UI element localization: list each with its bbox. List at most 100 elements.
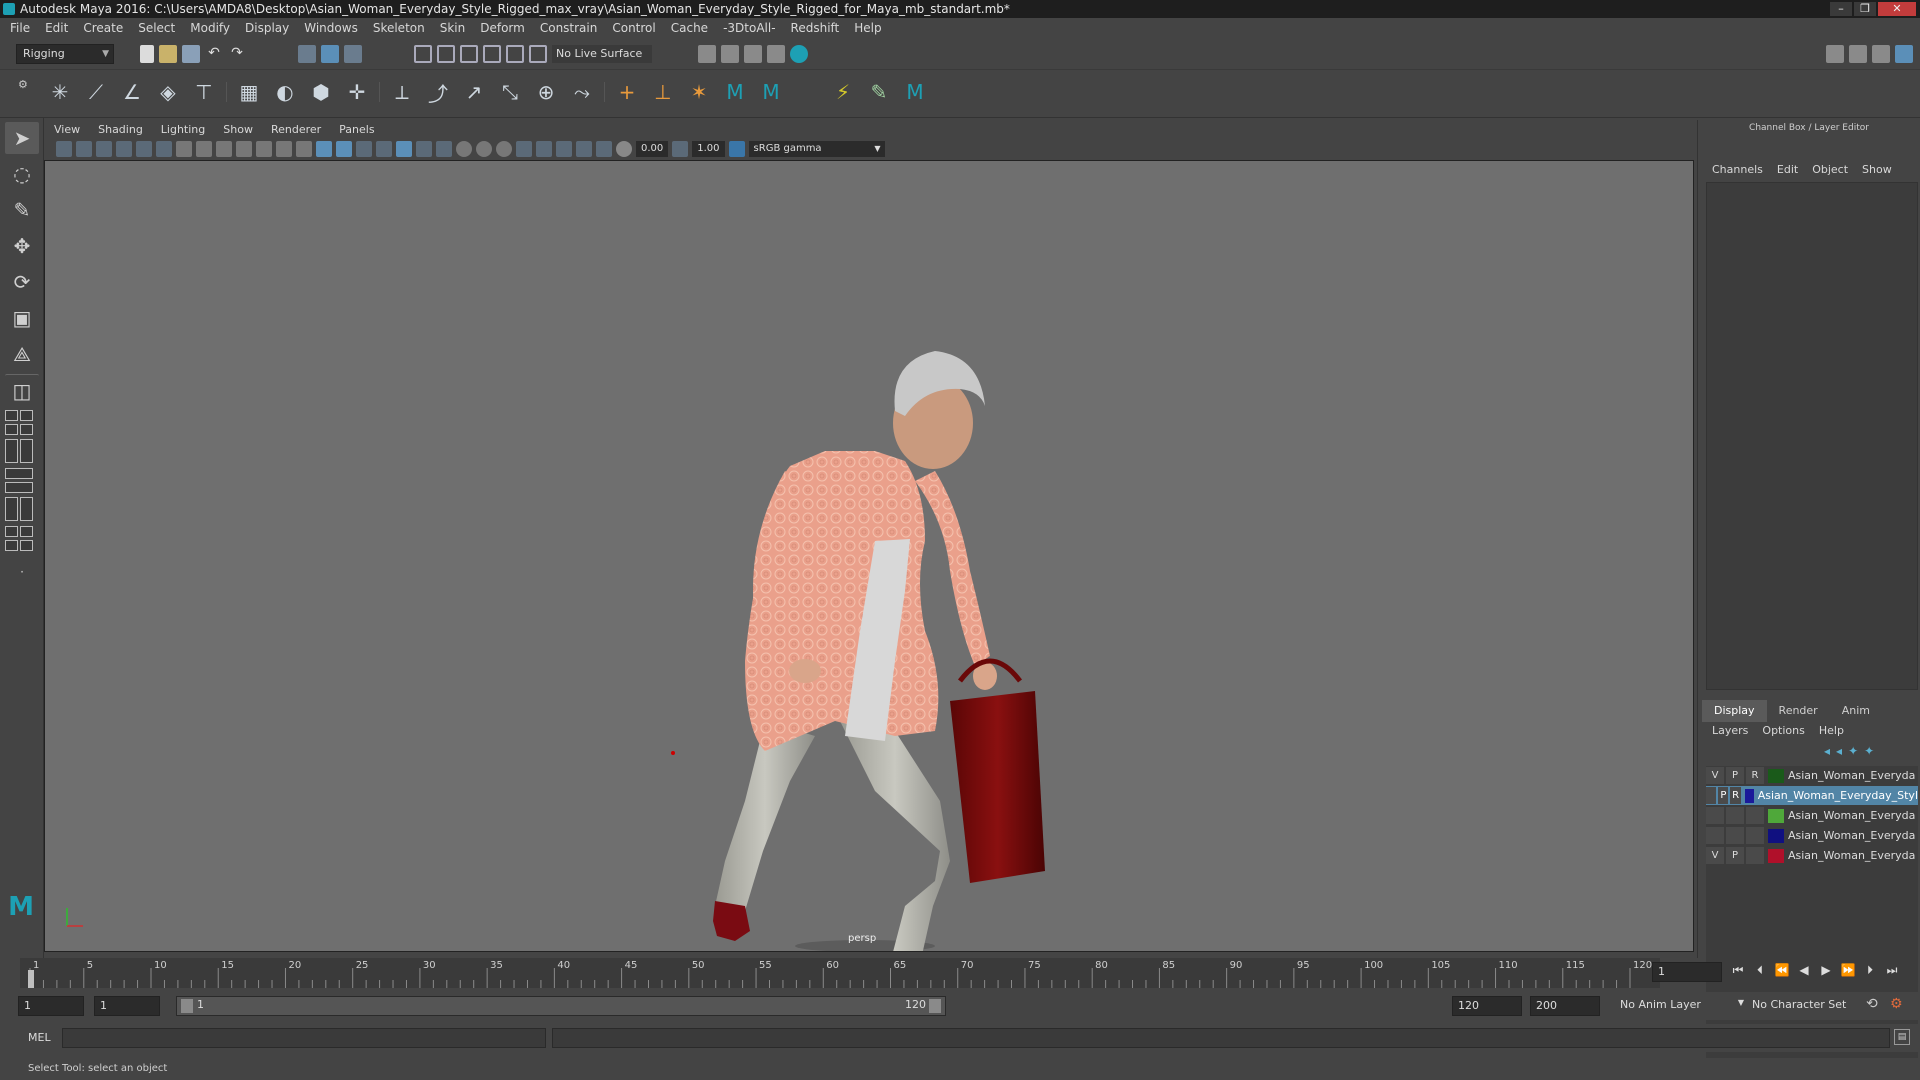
parent-constraint-icon[interactable]: ⊕ <box>532 78 560 106</box>
exposure-icon[interactable] <box>616 141 632 157</box>
menu-control[interactable]: Control <box>612 21 655 35</box>
range-start-handle[interactable] <box>181 999 193 1013</box>
select-hierarchy-icon[interactable] <box>298 45 316 63</box>
playback-end-field[interactable]: 120 <box>1452 996 1522 1016</box>
menu-show[interactable]: Show <box>1862 163 1892 176</box>
bind-skin-icon[interactable]: ▦ <box>235 78 263 106</box>
anim-layer-dropdown[interactable]: No Anim Layer ▼ <box>1620 998 1744 1011</box>
playback-start-field[interactable]: 1 <box>94 996 160 1016</box>
xray-joints-icon[interactable] <box>576 141 592 157</box>
hik-icon[interactable]: ✶ <box>685 78 713 106</box>
menu-windows[interactable]: Windows <box>304 21 358 35</box>
animation-start-field[interactable]: 1 <box>18 996 84 1016</box>
menu-cache[interactable]: Cache <box>671 21 708 35</box>
point-constraint-icon[interactable]: ⟂ <box>388 78 416 106</box>
render-settings-icon[interactable] <box>698 45 716 63</box>
new-scene-icon[interactable] <box>140 45 154 63</box>
textured-icon[interactable] <box>396 141 412 157</box>
play-forwards-icon[interactable]: ▶ <box>1818 962 1834 978</box>
persp-graph-layout-icon[interactable] <box>5 468 39 494</box>
gamma-field[interactable]: 1.00 <box>692 141 725 157</box>
camera-attributes-icon[interactable] <box>76 141 92 157</box>
layout-more-icon[interactable]: · <box>5 556 39 588</box>
channel-box-icon[interactable] <box>1895 45 1913 63</box>
layer-v-toggle[interactable] <box>1706 787 1717 804</box>
panel-menu-view[interactable]: View <box>54 123 80 136</box>
current-frame-marker[interactable] <box>28 970 34 988</box>
layer-row[interactable]: V P R Asian_Woman_Everyda <box>1706 766 1918 785</box>
go-to-start-icon[interactable]: ⏮ <box>1730 962 1746 978</box>
maya-tool-a-icon[interactable]: M <box>721 78 749 106</box>
persp-outliner-layout-icon[interactable] <box>5 497 39 523</box>
tab-display[interactable]: Display <box>1702 700 1767 722</box>
layer-p-toggle[interactable]: P <box>1726 847 1744 864</box>
layer-p-toggle[interactable]: P <box>1726 767 1744 784</box>
move-layer-up-icon[interactable]: ◂ <box>1824 744 1830 758</box>
range-slider[interactable]: 1 120 <box>176 996 946 1016</box>
depth-of-field-icon[interactable] <box>516 141 532 157</box>
character-set-dropdown[interactable]: No Character Set <box>1752 998 1864 1011</box>
layer-color-swatch[interactable] <box>1744 788 1754 803</box>
orient-constraint-icon[interactable]: ⤴ <box>424 78 452 106</box>
ik-spline-icon[interactable]: ∠ <box>118 78 146 106</box>
set-driven-key-icon[interactable]: ⊥ <box>649 78 677 106</box>
menu-deform[interactable]: Deform <box>480 21 525 35</box>
shadows-icon[interactable] <box>436 141 452 157</box>
perspective-viewport[interactable]: persp <box>44 160 1694 952</box>
layer-v-toggle[interactable]: V <box>1706 847 1724 864</box>
single-view-icon[interactable]: ◫ <box>5 374 39 406</box>
paint-select-icon[interactable]: ✎ <box>5 194 39 226</box>
gamma-icon[interactable] <box>672 141 689 157</box>
panel-menu-show[interactable]: Show <box>223 123 253 136</box>
snap-live-icon[interactable] <box>529 45 547 63</box>
field-chart-icon[interactable] <box>256 141 272 157</box>
menu-modify[interactable]: Modify <box>190 21 230 35</box>
panel-menu-renderer[interactable]: Renderer <box>271 123 321 136</box>
new-empty-layer-icon[interactable]: ✦ <box>1848 744 1858 758</box>
safe-title-icon[interactable] <box>296 141 312 157</box>
xray-icon[interactable] <box>556 141 572 157</box>
panel-menu-shading[interactable]: Shading <box>98 123 143 136</box>
layer-r-toggle[interactable]: R <box>1730 787 1741 804</box>
blank-shelf-icon[interactable] <box>793 78 821 106</box>
move-layer-down-icon[interactable]: ◂ <box>1836 744 1842 758</box>
tab-anim[interactable]: Anim <box>1830 700 1882 722</box>
minimize-button[interactable]: – <box>1830 2 1852 16</box>
menu-display[interactable]: Display <box>245 21 289 35</box>
auto-key-icon[interactable]: ⟲ <box>1866 996 1878 1012</box>
grid-icon[interactable] <box>176 141 192 157</box>
layer-row[interactable]: Asian_Woman_Everyda <box>1706 826 1918 845</box>
pole-vector-icon[interactable]: ⤳ <box>568 78 596 106</box>
use-default-material-icon[interactable] <box>356 141 372 157</box>
wireframe-icon[interactable] <box>316 141 332 157</box>
menu-constrain[interactable]: Constrain <box>540 21 598 35</box>
menu-object[interactable]: Object <box>1812 163 1848 176</box>
snap-point-icon[interactable] <box>460 45 478 63</box>
select-component-icon[interactable] <box>344 45 362 63</box>
panel-menu-lighting[interactable]: Lighting <box>161 123 205 136</box>
hypershade-icon[interactable] <box>790 45 808 63</box>
layer-r-toggle[interactable] <box>1746 827 1764 844</box>
menu-redshift[interactable]: Redshift <box>791 21 840 35</box>
brush-tool-icon[interactable]: ✎ <box>865 78 893 106</box>
select-object-icon[interactable] <box>321 45 339 63</box>
safe-action-icon[interactable] <box>276 141 292 157</box>
snap-grid-icon[interactable] <box>414 45 432 63</box>
animation-end-field[interactable]: 200 <box>1530 996 1600 1016</box>
locator-icon[interactable]: + <box>613 78 641 106</box>
scale-tool-icon[interactable]: ▣ <box>5 302 39 334</box>
isolate-select-icon[interactable] <box>536 141 552 157</box>
layer-p-toggle[interactable] <box>1726 827 1744 844</box>
menu-3dtoall[interactable]: -3DtoAll- <box>723 21 775 35</box>
redshift-light-icon[interactable]: ⚡ <box>829 78 857 106</box>
layer-v-toggle[interactable] <box>1706 807 1724 824</box>
menu-create[interactable]: Create <box>83 21 123 35</box>
layer-color-swatch[interactable] <box>1768 768 1784 783</box>
menu-select[interactable]: Select <box>138 21 175 35</box>
menu-file[interactable]: File <box>10 21 30 35</box>
ipr-render-icon[interactable] <box>744 45 762 63</box>
menu-layers[interactable]: Layers <box>1712 724 1748 737</box>
new-layer-from-selected-icon[interactable]: ✦ <box>1864 744 1874 758</box>
snap-surface-icon[interactable] <box>506 45 524 63</box>
redo-icon[interactable]: ↷ <box>228 45 246 63</box>
